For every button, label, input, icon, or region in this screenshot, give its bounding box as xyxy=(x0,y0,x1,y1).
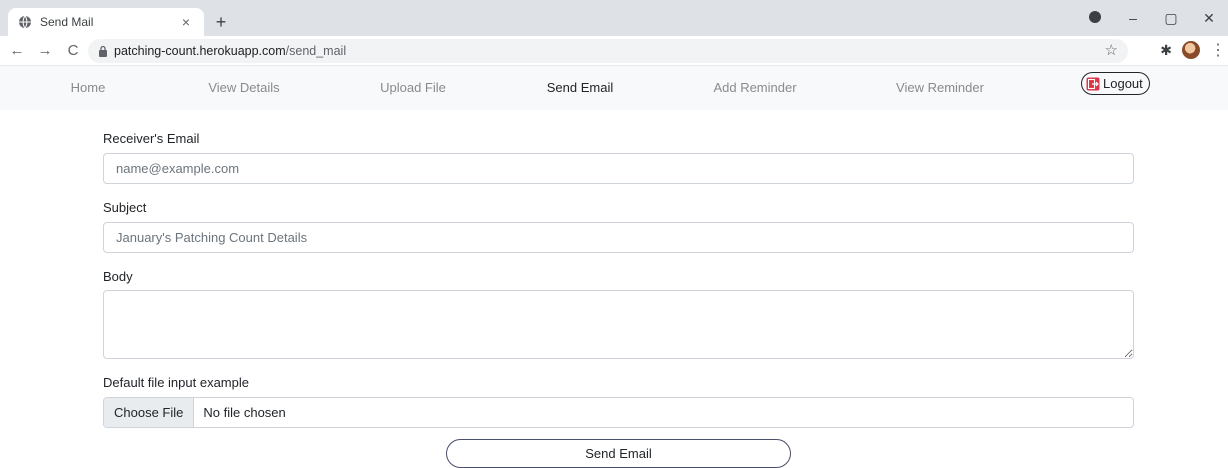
lock-icon xyxy=(98,45,108,57)
profile-indicator-icon[interactable] xyxy=(1076,10,1114,26)
file-input[interactable]: Choose File No file chosen xyxy=(103,397,1134,428)
maximize-icon[interactable]: ▢ xyxy=(1152,10,1190,27)
choose-file-button[interactable]: Choose File xyxy=(104,398,195,427)
logout-icon xyxy=(1086,77,1100,91)
nav-home[interactable]: Home xyxy=(71,80,106,95)
body-textarea[interactable] xyxy=(103,290,1134,359)
forward-icon[interactable]: → xyxy=(34,40,56,62)
receiver-email-input[interactable] xyxy=(103,153,1134,184)
nav-add-reminder[interactable]: Add Reminder xyxy=(713,80,796,95)
receiver-email-label: Receiver's Email xyxy=(103,131,200,146)
bookmark-star-icon[interactable]: ☆ xyxy=(1105,41,1118,59)
back-icon[interactable]: ← xyxy=(6,40,28,62)
nav-upload-file[interactable]: Upload File xyxy=(380,80,446,95)
reload-icon[interactable]: C xyxy=(62,40,84,62)
close-tab-icon[interactable]: × xyxy=(178,14,194,30)
close-window-icon[interactable]: ✕ xyxy=(1190,10,1228,27)
logout-button[interactable]: Logout xyxy=(1081,72,1150,95)
file-input-label: Default file input example xyxy=(103,375,249,390)
subject-input[interactable] xyxy=(103,222,1134,253)
nav-view-reminder[interactable]: View Reminder xyxy=(896,80,984,95)
nav-view-details[interactable]: View Details xyxy=(208,80,279,95)
logout-label: Logout xyxy=(1103,76,1143,91)
subject-label: Subject xyxy=(103,200,147,215)
extensions-icon[interactable]: ✱ xyxy=(1160,42,1172,59)
toolbar-right: ✱ ⋮ xyxy=(1160,40,1226,60)
file-status-text: No file chosen xyxy=(203,405,286,420)
avatar[interactable] xyxy=(1182,41,1200,59)
browser-tab[interactable]: Send Mail × xyxy=(8,8,204,36)
window-controls: – ▢ ✕ xyxy=(1076,0,1228,36)
url-path: /send_mail xyxy=(285,44,347,58)
tab-title: Send Mail xyxy=(40,15,94,29)
app-navbar: Home View Details Upload File Send Email… xyxy=(0,66,1228,110)
browser-toolbar: ← → C patching-count.herokuapp.com/send_… xyxy=(0,36,1228,66)
new-tab-button[interactable]: + xyxy=(210,11,232,33)
browser-tabstrip: Send Mail × + – ▢ ✕ xyxy=(0,0,1228,36)
send-email-button[interactable]: Send Email xyxy=(446,439,791,468)
nav-send-email[interactable]: Send Email xyxy=(547,80,613,95)
body-label: Body xyxy=(103,269,133,284)
globe-icon xyxy=(18,15,32,29)
minimize-icon[interactable]: – xyxy=(1114,10,1152,26)
url-host: patching-count.herokuapp.com xyxy=(114,44,286,58)
menu-icon[interactable]: ⋮ xyxy=(1210,40,1226,60)
address-bar[interactable]: patching-count.herokuapp.com/send_mail ☆ xyxy=(88,39,1128,63)
